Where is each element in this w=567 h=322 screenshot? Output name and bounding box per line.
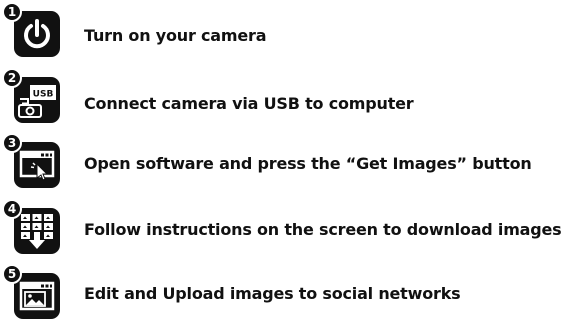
- step-number-badge: 5: [2, 264, 22, 284]
- step-2: 2 USB Connect camera via USB to computer: [0, 68, 567, 124]
- step-number-badge: 4: [2, 199, 22, 219]
- download-images-icon: [14, 208, 60, 254]
- power-icon: [14, 11, 60, 57]
- step-number-badge: 2: [2, 68, 22, 88]
- step-text: Connect camera via USB to computer: [84, 94, 414, 113]
- step-text: Open software and press the “Get Images”…: [84, 154, 532, 173]
- step-5: 5 Edit and Upload images to social netwo…: [0, 264, 567, 320]
- step-text: Turn on your camera: [84, 26, 267, 45]
- upload-image-icon: [14, 273, 60, 319]
- step-text: Edit and Upload images to social network…: [84, 284, 461, 303]
- step-4: 4 Follow instructions on the screen to d…: [0, 199, 567, 255]
- camera-usb-icon: USB: [14, 77, 60, 123]
- step-text: Follow instructions on the screen to dow…: [84, 220, 562, 239]
- software-click-icon: [14, 142, 60, 188]
- usb-label: USB: [33, 90, 54, 100]
- step-3: 3 Open software and press the “Get Image…: [0, 133, 567, 189]
- step-1: 1 Turn on your camera: [0, 2, 567, 58]
- step-number-badge: 1: [2, 2, 22, 22]
- step-number-badge: 3: [2, 133, 22, 153]
